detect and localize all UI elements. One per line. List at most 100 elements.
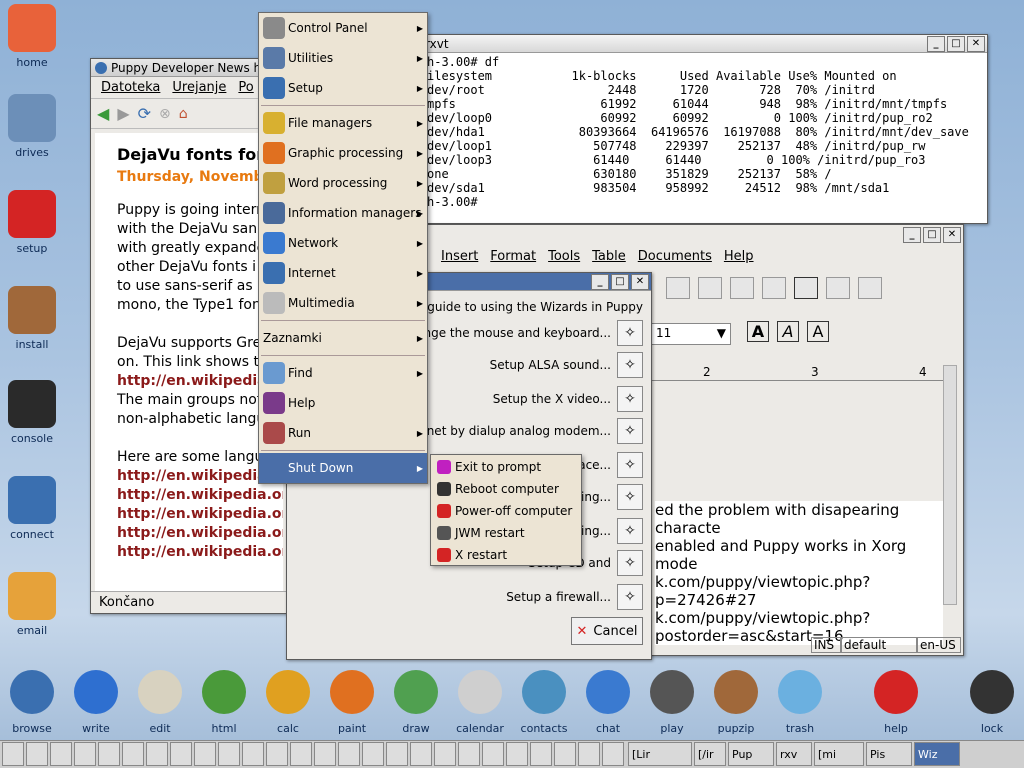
minimize-button[interactable]: _ bbox=[927, 36, 945, 52]
dock-write[interactable]: write bbox=[64, 670, 128, 735]
submenu-item-x-restart[interactable]: X restart bbox=[431, 544, 581, 566]
writer-menu-tools[interactable]: Tools bbox=[548, 249, 580, 264]
magic-wand-icon[interactable]: ✧ bbox=[617, 550, 643, 576]
launcher-icon[interactable] bbox=[218, 742, 240, 766]
writer-menu-table[interactable]: Table bbox=[592, 249, 626, 264]
submenu-item-exit-to-prompt[interactable]: Exit to prompt bbox=[431, 456, 581, 478]
close-button[interactable]: ✕ bbox=[631, 274, 649, 290]
scrollbar[interactable] bbox=[943, 365, 957, 605]
launcher-icon[interactable] bbox=[146, 742, 168, 766]
stop-icon[interactable]: ⊗ bbox=[159, 106, 171, 122]
dock-paint[interactable]: paint bbox=[320, 670, 384, 735]
desktop-icon-drives[interactable]: drives bbox=[0, 94, 64, 159]
undo-icon[interactable] bbox=[730, 277, 754, 299]
redo-icon[interactable] bbox=[762, 277, 786, 299]
font-size-select[interactable]: 11 ▼ bbox=[651, 323, 731, 345]
dock-html[interactable]: html bbox=[192, 670, 256, 735]
menu-item-graphic-processing[interactable]: Graphic processing ▶ bbox=[259, 138, 427, 168]
home-icon[interactable]: ⌂ bbox=[179, 106, 188, 122]
reload-icon[interactable]: ⟳ bbox=[138, 104, 151, 123]
launcher-icon[interactable] bbox=[314, 742, 336, 766]
launcher-icon[interactable] bbox=[194, 742, 216, 766]
wizard-row[interactable]: ace... ✧ bbox=[578, 451, 643, 479]
document-text[interactable]: ed the problem with disapearing characte… bbox=[655, 501, 943, 645]
close-button[interactable]: ✕ bbox=[967, 36, 985, 52]
dock-edit[interactable]: edit bbox=[128, 670, 192, 735]
taskbar-task[interactable]: rxv bbox=[776, 742, 812, 766]
launcher-icon[interactable] bbox=[266, 742, 288, 766]
cancel-button[interactable]: ✕ Cancel bbox=[571, 617, 643, 645]
magic-wand-icon[interactable]: ✧ bbox=[617, 584, 643, 610]
launcher-icon[interactable] bbox=[506, 742, 528, 766]
taskbar-task[interactable]: Pup bbox=[728, 742, 774, 766]
menu-item-network[interactable]: Network ▶ bbox=[259, 228, 427, 258]
submenu-item-jwm-restart[interactable]: JWM restart bbox=[431, 522, 581, 544]
menu-item-help[interactable]: Help bbox=[259, 388, 427, 418]
wizard-row[interactable]: Setup a firewall... ✧ bbox=[506, 583, 643, 611]
launcher-icon[interactable] bbox=[530, 742, 552, 766]
menu-item-run[interactable]: Run ▶ bbox=[259, 418, 427, 448]
menu-item-word-processing[interactable]: Word processing ▶ bbox=[259, 168, 427, 198]
magic-wand-icon[interactable]: ✧ bbox=[617, 418, 643, 444]
taskbar-task[interactable]: [mi bbox=[814, 742, 864, 766]
align-left-icon[interactable] bbox=[794, 277, 818, 299]
launcher-icon[interactable] bbox=[554, 742, 576, 766]
dock-contacts[interactable]: contacts bbox=[512, 670, 576, 735]
launcher-icon[interactable] bbox=[602, 742, 624, 766]
launcher-icon[interactable] bbox=[362, 742, 384, 766]
launcher-icon[interactable] bbox=[122, 742, 144, 766]
launcher-icon[interactable] bbox=[2, 742, 24, 766]
menu-item-setup[interactable]: Setup ▶ bbox=[259, 73, 427, 103]
launcher-icon[interactable] bbox=[458, 742, 480, 766]
magic-wand-icon[interactable]: ✧ bbox=[617, 484, 643, 510]
magic-wand-icon[interactable]: ✧ bbox=[617, 518, 643, 544]
launcher-icon[interactable] bbox=[26, 742, 48, 766]
dock-calc[interactable]: calc bbox=[256, 670, 320, 735]
launcher-icon[interactable] bbox=[290, 742, 312, 766]
underline-icon[interactable]: A bbox=[807, 321, 829, 342]
wiki-link[interactable]: http://en.wikipedia.org bbox=[117, 543, 283, 562]
wizard-row[interactable]: ing... ✧ bbox=[581, 517, 643, 545]
magic-wand-icon[interactable]: ✧ bbox=[617, 386, 643, 412]
menu-item-information-managers[interactable]: Information managers ▶ bbox=[259, 198, 427, 228]
wizard-row[interactable]: ernet by dialup analog modem... ✧ bbox=[415, 417, 643, 445]
taskbar-task[interactable]: [/ir bbox=[694, 742, 726, 766]
launcher-icon[interactable] bbox=[74, 742, 96, 766]
desktop-icon-home[interactable]: home bbox=[0, 4, 64, 69]
menu-datoteka[interactable]: Datoteka bbox=[101, 80, 160, 95]
magic-wand-icon[interactable]: ✧ bbox=[617, 452, 643, 478]
terminal-output[interactable]: h-3.00# df ilesystem 1k-blocks Used Avail… bbox=[421, 53, 987, 209]
menu-po[interactable]: Po bbox=[238, 80, 253, 95]
launcher-icon[interactable] bbox=[170, 742, 192, 766]
dock-trash[interactable]: trash bbox=[768, 670, 832, 735]
submenu-item-power-off-computer[interactable]: Power-off computer bbox=[431, 500, 581, 522]
dock-play[interactable]: play bbox=[640, 670, 704, 735]
menu-item-shut-down[interactable]: Shut Down ▶ bbox=[259, 453, 427, 483]
desktop-icon-setup[interactable]: setup bbox=[0, 190, 64, 255]
paste-icon[interactable] bbox=[666, 277, 690, 299]
magic-wand-icon[interactable]: ✧ bbox=[617, 352, 643, 378]
bold-icon[interactable]: A bbox=[747, 321, 769, 342]
forward-icon[interactable]: ▶ bbox=[117, 104, 129, 123]
dock-help[interactable]: help bbox=[864, 670, 928, 735]
launcher-icon[interactable] bbox=[434, 742, 456, 766]
dock-browse[interactable]: browse bbox=[0, 670, 64, 735]
menu-item-multimedia[interactable]: Multimedia ▶ bbox=[259, 288, 427, 318]
desktop-icon-console[interactable]: console bbox=[0, 380, 64, 445]
writer-menu-insert[interactable]: Insert bbox=[441, 249, 478, 264]
menu-item-internet[interactable]: Internet ▶ bbox=[259, 258, 427, 288]
menu-item-find[interactable]: Find ▶ bbox=[259, 358, 427, 388]
wizard-row[interactable]: Setup ALSA sound... ✧ bbox=[490, 351, 643, 379]
start-menu[interactable]: Control Panel ▶ Utilities ▶ Setup ▶ File manag… bbox=[258, 12, 428, 484]
minimize-button[interactable]: _ bbox=[591, 274, 609, 290]
maximize-button[interactable]: □ bbox=[947, 36, 965, 52]
dock-chat[interactable]: chat bbox=[576, 670, 640, 735]
launcher-icon[interactable] bbox=[98, 742, 120, 766]
close-button[interactable]: ✕ bbox=[943, 227, 961, 243]
align-center-icon[interactable] bbox=[826, 277, 850, 299]
launcher-icon[interactable] bbox=[482, 742, 504, 766]
shutdown-submenu[interactable]: Exit to prompt Reboot computer Power-off c… bbox=[430, 454, 582, 566]
launcher-icon[interactable] bbox=[578, 742, 600, 766]
wizard-row[interactable]: ing... ✧ bbox=[581, 483, 643, 511]
align-justify-icon[interactable] bbox=[858, 277, 882, 299]
